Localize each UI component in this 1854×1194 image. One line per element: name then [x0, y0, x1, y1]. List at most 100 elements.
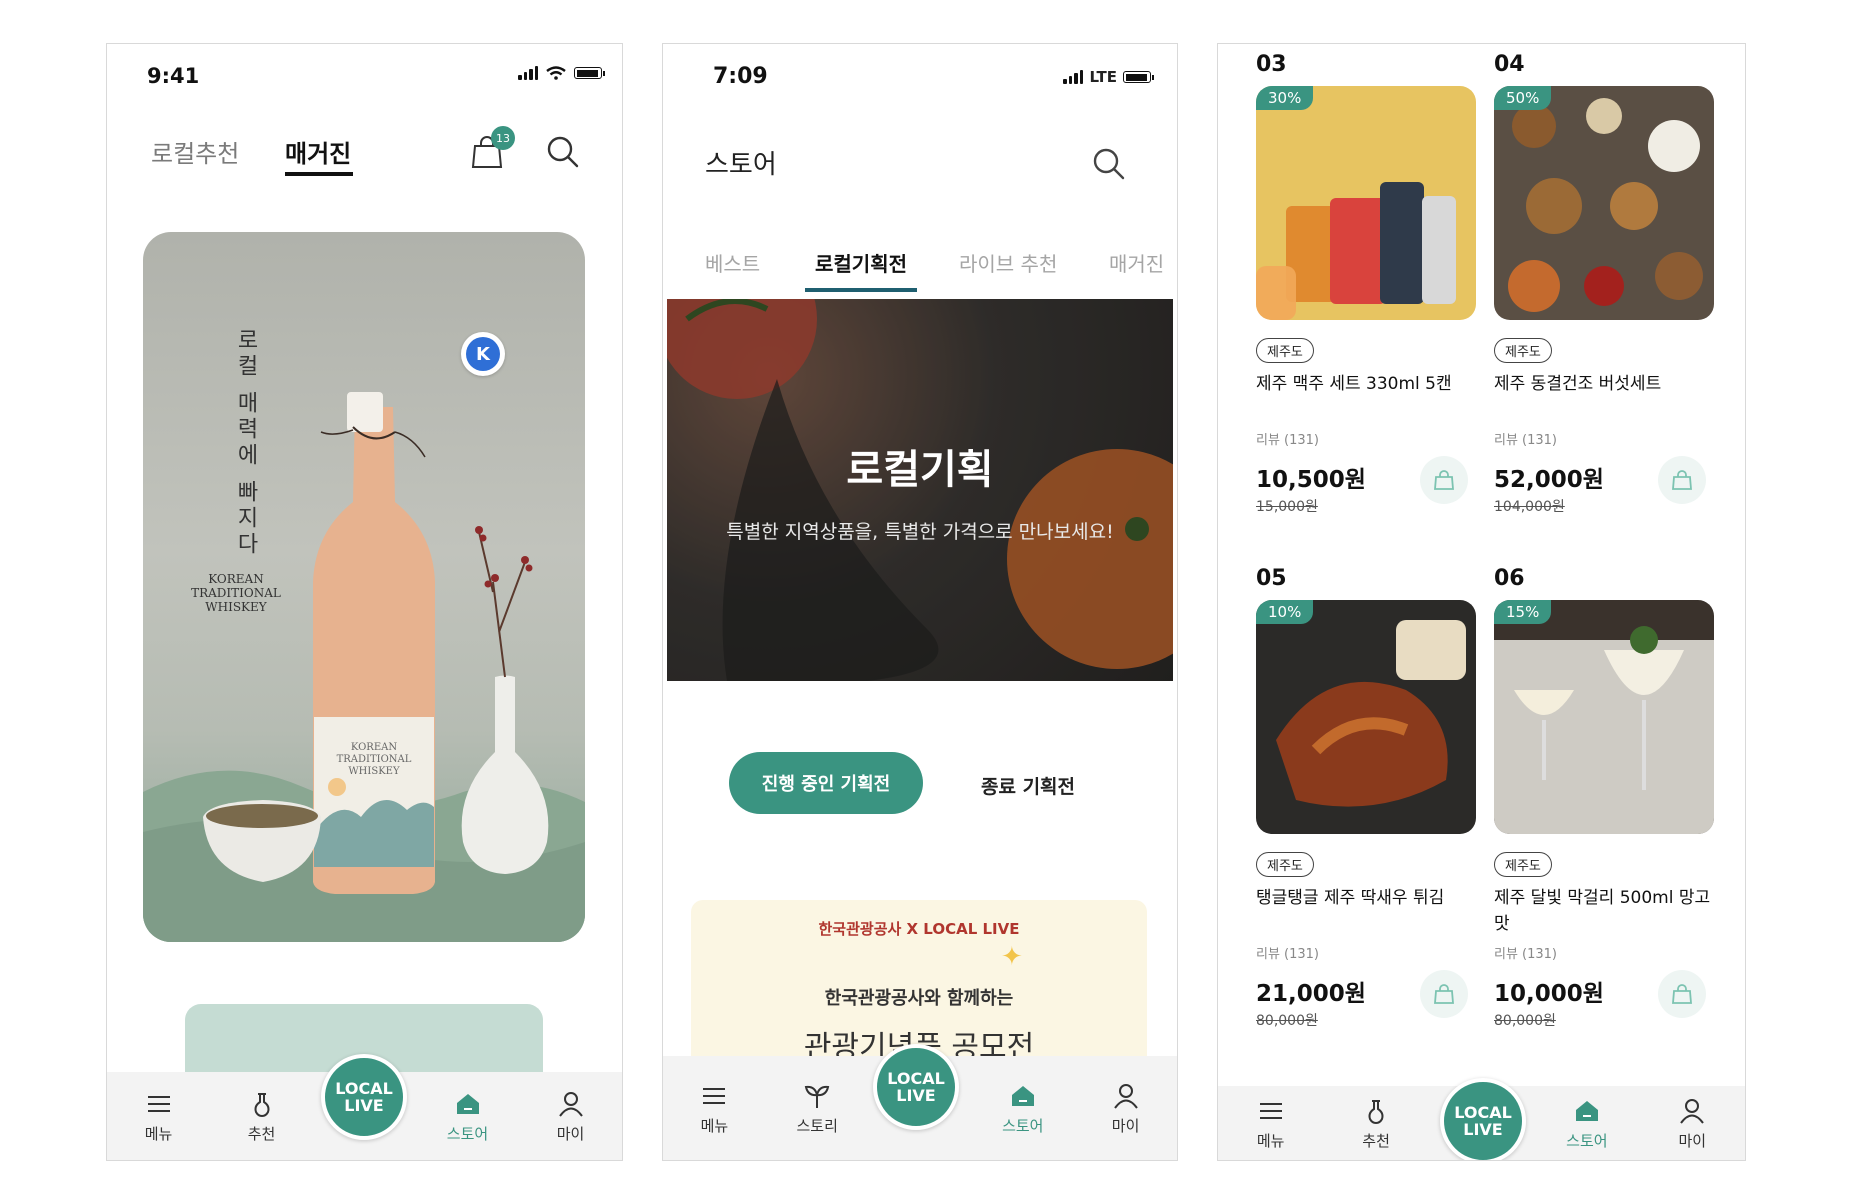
bulb-icon: [254, 1092, 269, 1117]
product-card[interactable]: 04 50% 제주도 제주 동결건조 버섯세트 리뷰 (131) 52,000원…: [1494, 52, 1714, 516]
shopping-bag-icon: [1672, 470, 1692, 490]
filter-ongoing-button[interactable]: 진행 중인 기획전: [729, 752, 923, 814]
product-image: 15%: [1494, 600, 1714, 834]
store-icon: [456, 1093, 479, 1114]
tab-label-menu: 메뉴: [700, 1116, 729, 1135]
local-live-logo-button[interactable]: LOCAL LIVE: [873, 1044, 959, 1130]
tab-label-store: 스토어: [1002, 1116, 1044, 1135]
product-card[interactable]: 06 15% 제주도 제주 달빛 막걸리 500ml 망고맛 리뷰 (131) …: [1494, 566, 1714, 1030]
phone-store-screen: 7:09 LTE 스토어 베스트 로컬기획전 라이브 추천 매거진 로컬기획 특…: [662, 43, 1178, 1161]
add-to-cart-button[interactable]: [1420, 970, 1468, 1018]
discount-badge: 10%: [1256, 600, 1314, 624]
tab-active-indicator: [285, 172, 353, 176]
bottle-label-text: KOREAN TRADITIONAL WHISKEY: [336, 742, 412, 777]
magazine-hero-card[interactable]: 로컬 매력에 빠지다 KOREAN TRADITIONAL WHISKEY KO…: [143, 232, 585, 942]
region-tag: 제주도: [1494, 852, 1552, 877]
tab-label-store: 스토어: [1566, 1131, 1608, 1150]
product-number: 06: [1494, 566, 1525, 591]
author-avatar[interactable]: K: [461, 332, 505, 376]
tab-menu[interactable]: 메뉴: [1231, 1096, 1311, 1151]
network-label: LTE: [1089, 68, 1117, 86]
exhibition-banner[interactable]: 로컬기획 특별한 지역상품을, 특별한 가격으로 만나보세요!: [667, 299, 1173, 681]
product-number: 03: [1256, 52, 1287, 77]
menu-icon: [1259, 1102, 1282, 1119]
tab-store[interactable]: 스토어: [1547, 1096, 1627, 1151]
review-count: 리뷰 (131): [1256, 433, 1320, 448]
discount-badge: 50%: [1494, 86, 1552, 110]
status-icons: [518, 66, 605, 80]
cart-count-badge: 13: [491, 126, 515, 150]
status-icons: LTE: [1063, 68, 1154, 86]
battery-icon: [574, 67, 605, 79]
store-icon: [1011, 1085, 1034, 1106]
review-count: 리뷰 (131): [1494, 947, 1558, 962]
bulb-icon: [1368, 1099, 1384, 1124]
tab-label-my: 마이: [556, 1124, 585, 1143]
review-count: 리뷰 (131): [1494, 433, 1558, 448]
phone-product-list-screen: 03 30% 제주도 제주 맥주 세트 330ml 5캔 리뷰 (131) 10…: [1217, 43, 1746, 1161]
beer-cans-image: [1256, 182, 1456, 320]
shopping-bag-icon: [1434, 470, 1454, 490]
tab-magazine[interactable]: 매거진: [285, 134, 351, 169]
cart-button[interactable]: 13: [471, 126, 515, 170]
phone-magazine-screen: 9:41 로컬추천 매거진 13 로컬 매력에 빠지다 KOREAN TRADI…: [106, 43, 623, 1161]
tab-magazine[interactable]: 매거진: [1109, 248, 1164, 277]
region-tag: 제주도: [1256, 852, 1314, 877]
signal-icon: [1063, 70, 1084, 84]
product-card[interactable]: 05 10% 제주도 탱글탱글 제주 딱새우 튀김 리뷰 (131) 21,00…: [1256, 566, 1476, 1030]
tab-my[interactable]: 마이: [1086, 1081, 1166, 1136]
status-time: 7:09: [713, 64, 768, 89]
person-icon: [1680, 1098, 1705, 1124]
tab-my[interactable]: 마이: [1652, 1096, 1732, 1151]
sprout-icon: [804, 1085, 830, 1108]
status-time: 9:41: [147, 64, 200, 88]
fried-shrimp-image: [1276, 620, 1466, 807]
hero-subtitle: KOREAN TRADITIONAL WHISKEY: [191, 572, 281, 614]
tab-best[interactable]: 베스트: [705, 248, 760, 277]
product-name: 탱글탱글 제주 딱새우 튀김: [1256, 888, 1445, 908]
tab-live-recommend[interactable]: 라이브 추천: [959, 248, 1057, 277]
product-card[interactable]: 03 30% 제주도 제주 맥주 세트 330ml 5캔 리뷰 (131) 10…: [1256, 52, 1476, 516]
review-count: 리뷰 (131): [1256, 947, 1320, 962]
person-icon: [1113, 1083, 1138, 1109]
shopping-bag-icon: [1434, 984, 1454, 1004]
tab-store[interactable]: 스토어: [983, 1081, 1063, 1136]
tab-story[interactable]: 스토리: [777, 1081, 857, 1136]
tab-menu[interactable]: 메뉴: [119, 1089, 199, 1144]
tab-local-recommend[interactable]: 로컬추천: [151, 134, 239, 169]
add-to-cart-button[interactable]: [1420, 456, 1468, 504]
search-icon[interactable]: [545, 134, 581, 170]
tab-menu[interactable]: 메뉴: [674, 1081, 754, 1136]
banner-title: 로컬기획: [846, 447, 994, 493]
tab-recommend[interactable]: 추천: [1336, 1096, 1416, 1151]
page-title: 스토어: [705, 150, 777, 180]
tab-recommend[interactable]: 추천: [222, 1089, 302, 1144]
menu-icon: [703, 1087, 726, 1104]
promo-logos: 한국관광공사 X LOCAL LIVE: [818, 920, 1020, 938]
tab-store[interactable]: 스토어: [428, 1089, 508, 1144]
tab-label-menu: 메뉴: [144, 1124, 173, 1143]
add-to-cart-button[interactable]: [1658, 456, 1706, 504]
mushrooms-image: [1508, 98, 1703, 312]
local-live-logo-button[interactable]: LOCAL LIVE: [321, 1054, 407, 1140]
search-icon[interactable]: [1091, 146, 1127, 182]
discount-badge: 30%: [1256, 86, 1314, 110]
banner-subtitle: 특별한 지역상품을, 특별한 가격으로 만나보세요!: [726, 521, 1114, 543]
add-to-cart-button[interactable]: [1658, 970, 1706, 1018]
tab-local-exhibition[interactable]: 로컬기획전: [815, 248, 907, 277]
tab-my[interactable]: 마이: [531, 1089, 611, 1144]
product-image: 50%: [1494, 86, 1714, 320]
filter-ended-button[interactable]: 종료 기획전: [981, 772, 1075, 799]
tab-active-indicator: [805, 288, 917, 292]
signal-icon: [518, 66, 538, 80]
battery-icon: [1123, 71, 1154, 83]
product-number: 04: [1494, 52, 1525, 77]
shopping-bag-icon: [1672, 984, 1692, 1004]
local-live-logo-button[interactable]: LOCAL LIVE: [1440, 1078, 1526, 1160]
tab-label-my: 마이: [1678, 1131, 1707, 1150]
hero-vertical-title: 로컬 매력에 빠지다: [233, 328, 258, 558]
product-number: 05: [1256, 566, 1287, 591]
makgeolli-image: [1494, 626, 1714, 834]
tab-label-menu: 메뉴: [1256, 1131, 1285, 1150]
store-icon: [1575, 1100, 1598, 1121]
